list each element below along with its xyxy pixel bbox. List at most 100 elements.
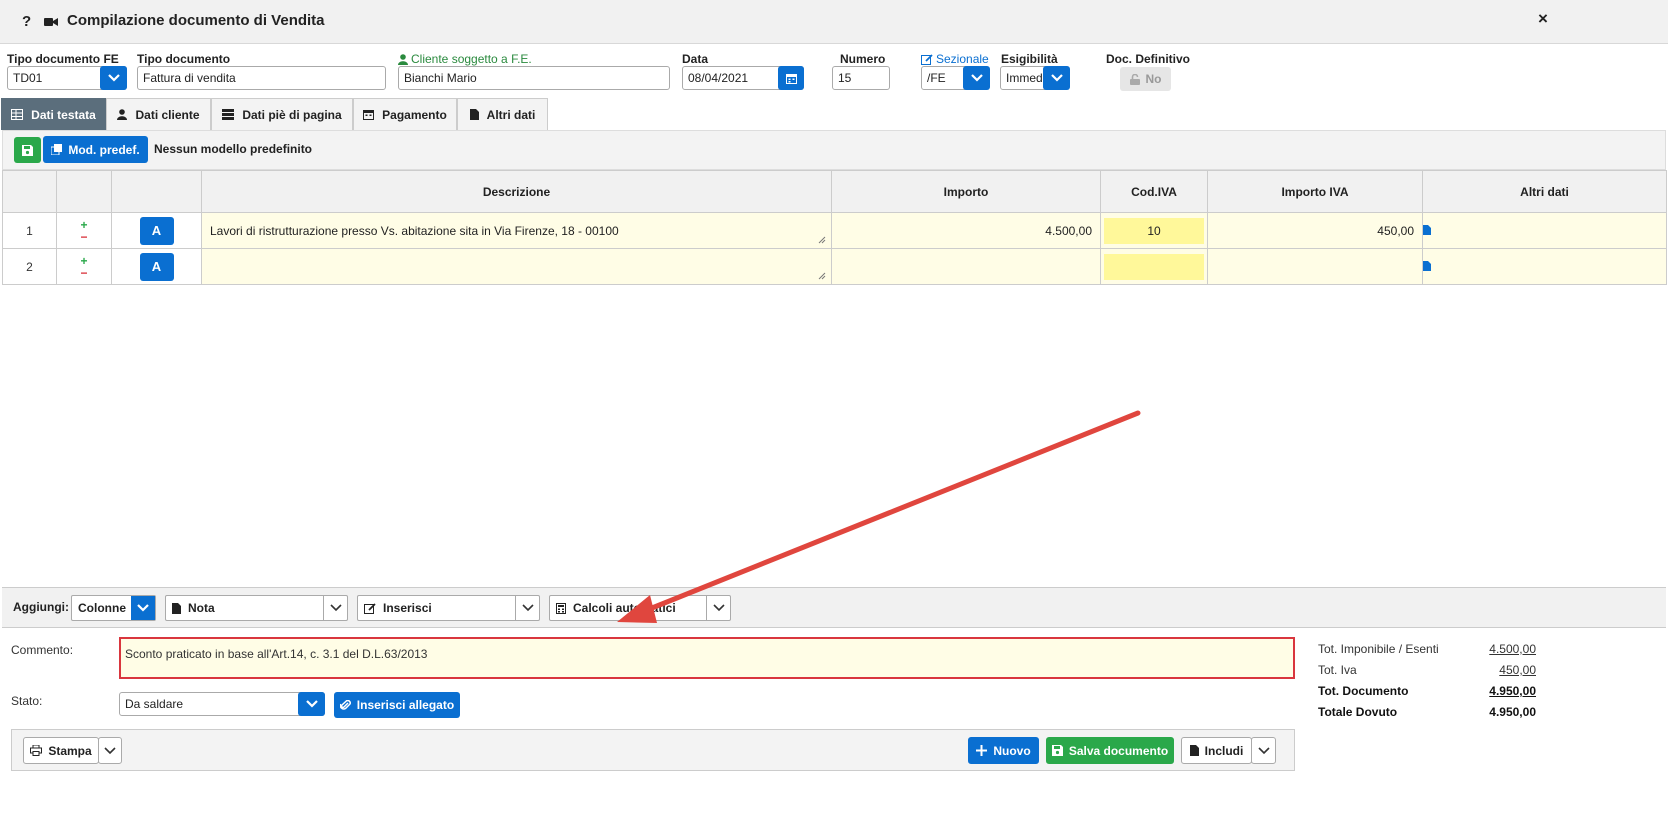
nuovo-button[interactable]: Nuovo [968, 737, 1039, 764]
esigibilita-dropdown-button[interactable] [1043, 66, 1070, 90]
sezionale-dropdown-button[interactable] [963, 66, 990, 90]
totale-documento-value[interactable]: 4.950,00 [1440, 684, 1536, 698]
inserisci-select[interactable]: Inserisci [357, 595, 540, 621]
file-icon[interactable] [1423, 224, 1431, 235]
numero-field[interactable]: 15 [832, 66, 890, 90]
row-add-remove: + − [56, 248, 112, 285]
file-icon [1189, 745, 1199, 756]
calcoli-label: Calcoli automatici [573, 601, 676, 615]
definitivo-toggle[interactable]: No [1120, 67, 1171, 91]
salva-documento-button[interactable]: Salva documento [1046, 737, 1174, 764]
row-number: 1 [2, 212, 57, 249]
server-icon [222, 109, 235, 120]
sezionale-label-group[interactable]: Sezionale [921, 52, 989, 66]
totale-iva-value[interactable]: 450,00 [1440, 663, 1536, 677]
row-type-button[interactable]: A [139, 216, 174, 245]
tipo-fe-label: Tipo documento FE [7, 52, 119, 66]
stato-select[interactable]: Da saldare [119, 692, 325, 716]
plus-icon[interactable]: + [57, 219, 111, 231]
calendar-button[interactable] [778, 66, 804, 90]
model-predef-button[interactable]: Mod. predef. [43, 136, 148, 163]
chevron-down-icon [104, 746, 116, 754]
tipo-doc-field[interactable]: Fattura di vendita [137, 66, 386, 90]
inserisci-allegato-button[interactable]: Inserisci allegato [334, 692, 460, 718]
col-header-cod-iva[interactable]: Cod.IVA [1100, 170, 1208, 213]
numero-label: Numero [840, 52, 886, 66]
calendar-icon [785, 73, 797, 84]
minus-icon[interactable]: − [57, 267, 111, 279]
calcoli-select[interactable]: Calcoli automatici [549, 595, 731, 621]
tipo-fe-dropdown-button[interactable] [100, 66, 127, 90]
altri-dati-cell[interactable] [1422, 248, 1667, 285]
descrizione-cell[interactable]: Lavori di ristrutturazione presso Vs. ab… [201, 212, 832, 249]
tipo-doc-label: Tipo documento [137, 52, 231, 66]
stampa-button[interactable]: Stampa [23, 737, 99, 764]
copy-icon [51, 144, 63, 155]
col-header-descrizione[interactable]: Descrizione [201, 170, 832, 213]
cod-iva-value: 10 [1104, 217, 1204, 244]
cod-iva-cell[interactable]: 10 [1100, 212, 1208, 249]
stampa-dropdown-button[interactable] [98, 737, 122, 764]
cod-iva-value [1104, 253, 1204, 280]
aggiungi-label: Aggiungi: [13, 600, 69, 614]
tab-label: Pagamento [382, 107, 447, 122]
chevron-down-icon [131, 596, 155, 620]
file-icon[interactable] [1423, 260, 1431, 271]
cod-iva-cell[interactable] [1100, 248, 1208, 285]
descrizione-cell[interactable] [201, 248, 832, 285]
row-type-button[interactable]: A [139, 252, 174, 281]
save-model-button[interactable] [14, 137, 41, 163]
calculator-icon [556, 602, 566, 614]
floppy-icon [22, 144, 33, 156]
tipo-fe-value: TD01 [13, 71, 43, 85]
chevron-down-icon [1050, 74, 1063, 82]
stato-dropdown-button[interactable] [298, 692, 325, 716]
totale-imponibile-value[interactable]: 4.500,00 [1440, 642, 1536, 656]
cliente-field[interactable]: Bianchi Mario [398, 66, 670, 90]
colonne-select[interactable]: Colonne [71, 595, 156, 621]
nota-select[interactable]: Nota [165, 595, 348, 621]
file-icon [172, 602, 181, 614]
sezionale-label: Sezionale [936, 52, 989, 66]
tab-dati-testata[interactable]: Dati testata [1, 98, 106, 130]
data-label: Data [682, 52, 709, 66]
includi-dropdown-button[interactable] [1251, 737, 1276, 764]
importo-cell[interactable]: 4.500,00 [831, 212, 1101, 249]
importo-cell[interactable] [831, 248, 1101, 285]
stampa-label: Stampa [48, 743, 92, 758]
tab-altri-dati[interactable]: Altri dati [457, 98, 548, 130]
totale-dovuto-value: 4.950,00 [1489, 705, 1536, 719]
user-icon [398, 53, 408, 65]
comment-field[interactable]: Sconto praticato in base all'Art.14, c. … [119, 637, 1295, 679]
close-icon[interactable]: × [1538, 9, 1548, 29]
plus-icon[interactable]: + [57, 255, 111, 267]
table-row: 1 + − A Lavori di ristrutturazione presso… [2, 212, 1667, 249]
tab-pagamento[interactable]: Pagamento [353, 98, 457, 130]
col-header-importo-iva[interactable]: Importo IVA [1207, 170, 1423, 213]
tab-label: Dati cliente [135, 107, 200, 122]
nota-label: Nota [188, 601, 215, 615]
descrizione-text: Lavori di ristrutturazione presso Vs. ab… [210, 223, 619, 238]
sezionale-value: /FE [927, 71, 946, 85]
totale-imponibile-label: Tot. Imponibile / Esenti [1318, 642, 1439, 656]
chevron-down-icon [305, 700, 318, 708]
tab-label: Dati testata [31, 107, 96, 122]
edit-icon [921, 53, 933, 65]
col-header-altri-dati[interactable]: Altri dati [1422, 170, 1667, 213]
col-header-num [2, 170, 57, 213]
col-header-importo[interactable]: Importo [831, 170, 1101, 213]
tab-dati-cliente[interactable]: Dati cliente [106, 98, 211, 130]
stato-label: Stato: [11, 694, 43, 708]
minus-icon[interactable]: − [57, 231, 111, 243]
importo-iva-cell: 450,00 [1207, 212, 1423, 249]
comment-label: Commento: [11, 643, 74, 657]
resize-grip-icon[interactable] [818, 272, 826, 280]
tab-dati-pie-pagina[interactable]: Dati piè di pagina [211, 98, 353, 130]
includi-button[interactable]: Includi [1181, 737, 1252, 764]
totale-iva-label: Tot. Iva [1318, 663, 1357, 677]
resize-grip-icon[interactable] [818, 236, 826, 244]
altri-dati-cell[interactable] [1422, 212, 1667, 249]
help-icon[interactable]: ? [22, 13, 31, 30]
totale-documento-label: Tot. Documento [1318, 684, 1409, 698]
table-header-row: Descrizione Importo Cod.IVA Importo IVA … [2, 170, 1667, 213]
